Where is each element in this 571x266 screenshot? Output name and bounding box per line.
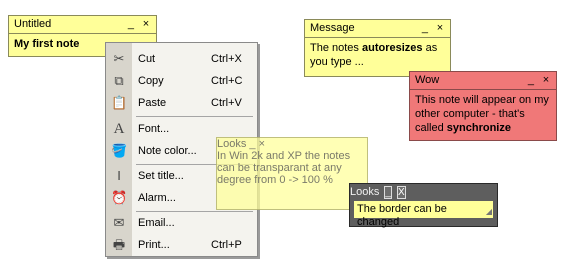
minimize-button[interactable]: _	[125, 16, 137, 32]
menu-item-cut[interactable]: ✂ Cut Ctrl+X	[106, 48, 257, 70]
menu-item-label: Font...	[138, 123, 170, 135]
menu-item-copy[interactable]: ⧉ Copy Ctrl+C	[106, 70, 257, 92]
minimize-button[interactable]: _	[525, 72, 537, 88]
menu-item-label: Print...	[138, 239, 170, 251]
close-button[interactable]: ×	[540, 72, 552, 88]
note-titlebar[interactable]: Looks _ X	[350, 184, 497, 201]
menu-item-print[interactable]: 🖶 Print... Ctrl+P	[106, 234, 257, 256]
copy-icon: ⧉	[114, 73, 124, 88]
close-button[interactable]: X	[397, 186, 406, 199]
menu-item-label: Alarm...	[138, 192, 176, 204]
note-title: Untitled	[14, 18, 52, 30]
menu-item-paste[interactable]: 📋 Paste Ctrl+V	[106, 92, 257, 114]
menu-separator	[136, 116, 253, 117]
close-button[interactable]: ×	[434, 20, 446, 36]
paste-icon: 📋	[111, 95, 128, 110]
menu-item-shortcut: Ctrl+X	[211, 53, 242, 65]
note-titlebar[interactable]: Looks _ ×	[217, 138, 367, 150]
note-message[interactable]: Message _ × The notes autoresizes as you…	[304, 19, 451, 77]
scissors-icon: ✂	[113, 51, 125, 66]
note-text-part: The notes	[310, 42, 362, 54]
menu-item-email[interactable]: ✉ Email...	[106, 212, 257, 234]
note-title: Looks	[217, 138, 247, 150]
note-titlebar[interactable]: Message _ ×	[305, 20, 450, 38]
font-icon: A	[113, 121, 125, 137]
paint-bucket-icon: 🪣	[111, 143, 128, 158]
note-wow[interactable]: Wow _ × This note will appear on my othe…	[409, 71, 557, 141]
note-title: Wow	[415, 74, 440, 86]
text-cursor-icon: I	[117, 168, 121, 183]
note-text-part: The border can be changed	[357, 203, 447, 228]
note-text[interactable]: In Win 2k and XP the notes can be transp…	[217, 150, 367, 186]
note-text-bold: autoresizes	[361, 42, 423, 54]
note-looks-border[interactable]: Looks _ X The border can be changed ◢	[349, 183, 498, 228]
close-button[interactable]: ×	[140, 16, 152, 32]
menu-item-label: Note color...	[138, 145, 197, 157]
minimize-button[interactable]: _	[249, 138, 255, 150]
note-looks-transparent[interactable]: Looks _ × In Win 2k and XP the notes can…	[216, 137, 368, 210]
printer-icon: 🖶	[112, 237, 126, 252]
resize-grip-icon[interactable]: ◢	[486, 205, 492, 218]
menu-item-label: Paste	[138, 97, 167, 109]
note-title: Looks	[350, 186, 380, 198]
note-titlebar[interactable]: Untitled _ ×	[9, 16, 156, 34]
minimize-button[interactable]: _	[419, 20, 431, 36]
menu-item-shortcut: Ctrl+V	[211, 97, 242, 109]
menu-item-label: Cut	[138, 53, 156, 65]
note-text[interactable]: This note will appear on my other comput…	[410, 90, 556, 138]
note-title: Message	[310, 22, 355, 34]
close-button[interactable]: ×	[259, 138, 265, 150]
note-titlebar[interactable]: Wow _ ×	[410, 72, 556, 90]
note-text[interactable]: The border can be changed ◢	[354, 201, 493, 228]
menu-item-shortcut: Ctrl+P	[211, 239, 242, 251]
menu-item-label: Set title...	[138, 170, 184, 182]
alarm-icon: ⏰	[111, 190, 128, 205]
note-text-bold: synchronize	[446, 122, 511, 134]
menu-item-label: Copy	[138, 75, 164, 87]
note-text[interactable]: The notes autoresizes as you type ...	[305, 38, 450, 72]
minimize-button[interactable]: _	[384, 186, 392, 199]
menu-item-shortcut: Ctrl+C	[211, 75, 243, 87]
email-icon: ✉	[113, 215, 125, 230]
menu-item-label: Email...	[138, 217, 175, 229]
